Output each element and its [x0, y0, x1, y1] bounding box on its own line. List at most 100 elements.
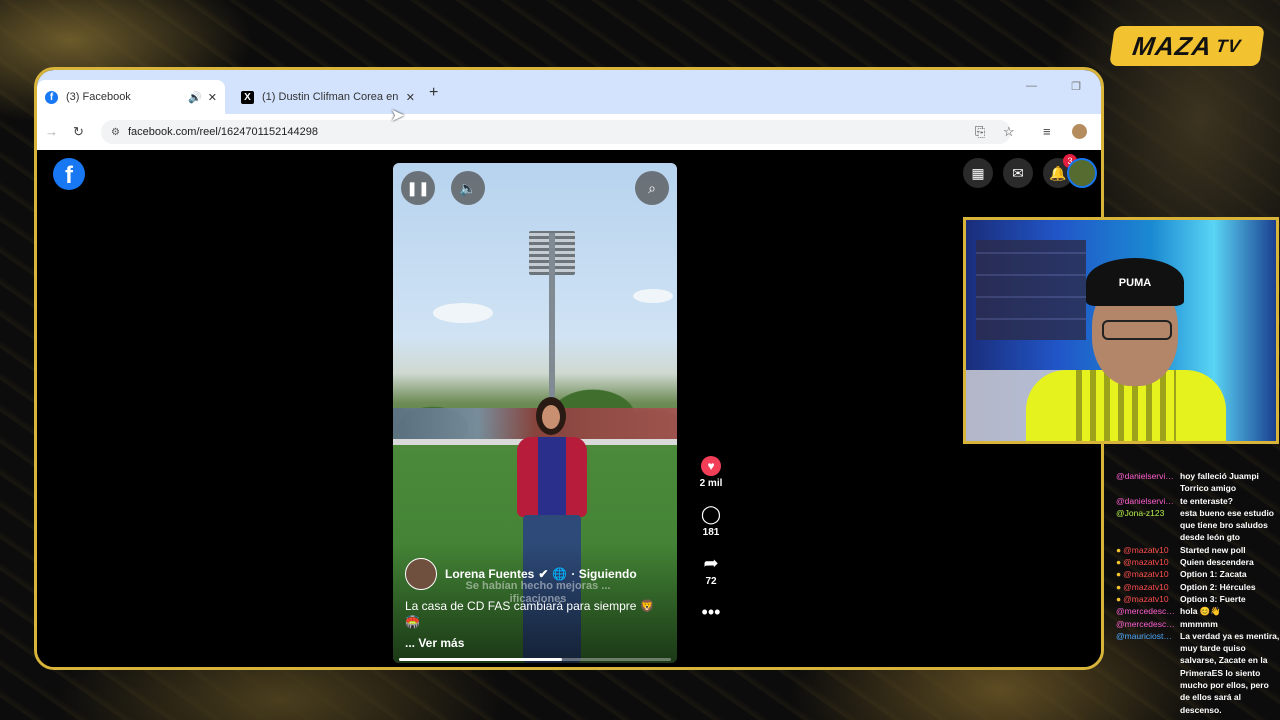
like-action[interactable]: ♥ 2 mil: [691, 453, 731, 489]
cloud: [633, 289, 673, 303]
forward-icon[interactable]: →: [45, 124, 58, 139]
share-icon[interactable]: ➦: [691, 552, 731, 574]
moderator-badge-icon: ●: [1116, 544, 1122, 555]
background-shelf: [976, 240, 1086, 340]
bookmark-star-icon[interactable]: ☆: [1003, 124, 1015, 140]
chat-username[interactable]: @mercedesco...: [1116, 618, 1180, 630]
media-controls-icon[interactable]: ≡: [1043, 124, 1051, 139]
chat-message: ● @mazatv10 Quien descendera: [1116, 556, 1280, 568]
x-icon: X: [241, 90, 254, 104]
chat-message: @mercedesco... hola 😊👋: [1116, 605, 1280, 617]
chat-message: ● @mazatv10 Option 2: Hércules: [1116, 581, 1280, 593]
address-bar[interactable]: ⚙ facebook.com/reel/1624701152144298: [101, 120, 1011, 144]
chat-text: hola 😊👋: [1180, 606, 1222, 617]
reload-icon[interactable]: ↻: [73, 124, 84, 140]
chat-message: @danielservin... hoy falleció Juampi Torr…: [1116, 470, 1280, 495]
chat-message: ● @mazatv10 Started new poll: [1116, 544, 1280, 556]
tab-title: (3) Facebook: [66, 91, 131, 103]
follow-status[interactable]: · Siguiendo: [571, 567, 636, 581]
messenger-icon[interactable]: ✉: [1003, 158, 1033, 188]
chat-text: mmmmm: [1180, 618, 1218, 629]
live-chat: @danielservin... hoy falleció Juampi Torr…: [1116, 470, 1280, 716]
chat-message: @danielservin... te enteraste?: [1116, 495, 1280, 507]
chat-username[interactable]: @Jona-z123: [1116, 507, 1180, 544]
chat-text: hoy falleció Juampi Torrico amigo: [1180, 471, 1259, 494]
comment-count: 181: [702, 527, 720, 538]
chat-message: ● @mazatv10 Option 3: Fuerte: [1116, 593, 1280, 605]
chat-text: Option 1: Zacata: [1180, 569, 1247, 580]
account-avatar[interactable]: [1067, 158, 1097, 188]
heart-icon[interactable]: ♥: [701, 456, 721, 476]
chat-text: Option 3: Fuerte: [1180, 593, 1246, 604]
like-count: 2 mil: [699, 478, 723, 489]
tab-facebook[interactable]: f (3) Facebook 🔊 ✕: [37, 80, 225, 114]
volume-icon[interactable]: 🔈: [451, 171, 485, 205]
search-icon[interactable]: ⌕: [635, 171, 669, 205]
facebook-icon: f: [45, 90, 58, 104]
cloud: [433, 303, 493, 323]
chat-username[interactable]: ● @mazatv10: [1116, 556, 1180, 568]
more-dots-icon[interactable]: •••: [691, 601, 731, 623]
mouse-cursor-icon: ➤: [390, 105, 406, 125]
video-progress-bar[interactable]: [399, 658, 671, 661]
mazatv-logo: MAZA TV: [1109, 26, 1265, 66]
menu-grid-icon[interactable]: ▦: [963, 158, 993, 188]
chat-text: esta bueno ese estudio que tiene bro sal…: [1180, 507, 1274, 543]
chat-text: te enteraste?: [1180, 495, 1233, 506]
tab-title: (1) Dustin Clifman Corea en X: ': [262, 91, 400, 103]
chat-username[interactable]: @danielservin...: [1116, 470, 1180, 495]
close-icon[interactable]: ✕: [208, 91, 217, 104]
author-name[interactable]: Lorena Fuentes: [445, 567, 534, 581]
see-more-link[interactable]: ... Ver más: [405, 636, 464, 650]
more-options-action[interactable]: •••: [691, 601, 731, 623]
chat-text: La verdad ya es mentira, muy tarde quiso…: [1180, 630, 1280, 715]
comment-action[interactable]: ◯ 181: [691, 503, 731, 538]
chat-username[interactable]: @danielservin...: [1116, 495, 1180, 507]
minimize-button[interactable]: —: [1026, 80, 1037, 92]
globe-icon: 🌐: [552, 567, 568, 581]
presenter-face: [542, 405, 560, 429]
chat-username[interactable]: ● @mazatv10: [1116, 593, 1180, 605]
chat-username[interactable]: ● @mazatv10: [1116, 581, 1180, 593]
facebook-logo[interactable]: f: [53, 158, 85, 190]
chat-username[interactable]: ● @mazatv10: [1116, 568, 1180, 580]
profile-avatar[interactable]: [1072, 124, 1087, 139]
chat-username[interactable]: @mercedesco...: [1116, 605, 1180, 617]
facebook-page: f ▦ ✉ 🔔 3 ❚❚ 🔈 ⌕ Lorena Fuentes ✔ 🌐 · Si…: [37, 150, 1101, 667]
chat-message: @mauricioster... La verdad ya es mentira,…: [1116, 630, 1280, 716]
url-text: facebook.com/reel/1624701152144298: [127, 126, 318, 138]
chat-username[interactable]: ● @mazatv10: [1116, 544, 1180, 556]
pause-icon[interactable]: ❚❚: [401, 171, 435, 205]
tab-bar: f (3) Facebook 🔊 ✕ X (1) Dustin Clifman …: [37, 70, 1101, 114]
brand-name: MAZA: [1130, 30, 1215, 61]
chat-text: Option 2: Hércules: [1180, 581, 1256, 592]
share-action[interactable]: ➦ 72: [691, 552, 731, 587]
chat-username[interactable]: @mauricioster...: [1116, 630, 1180, 716]
chat-message: @Jona-z123 esta bueno ese estudio que tie…: [1116, 507, 1280, 544]
presenter-jersey: [517, 437, 587, 517]
brand-suffix: TV: [1214, 35, 1243, 56]
comment-icon[interactable]: ◯: [691, 503, 731, 525]
chat-text: Started new poll: [1180, 544, 1246, 555]
chat-message: @mercedesco... mmmmm: [1116, 618, 1280, 630]
moderator-badge-icon: ●: [1116, 593, 1122, 604]
restore-button[interactable]: ❐: [1071, 80, 1081, 93]
chat-message: ● @mazatv10 Option 1: Zacata: [1116, 568, 1280, 580]
verified-icon: ✔: [538, 567, 549, 581]
site-info-icon[interactable]: ⚙: [111, 127, 120, 138]
new-tab-button[interactable]: +: [429, 84, 438, 102]
close-icon[interactable]: ✕: [406, 91, 415, 104]
install-app-icon[interactable]: ⎘: [975, 124, 985, 140]
moderator-badge-icon: ●: [1116, 569, 1122, 580]
moderator-badge-icon: ●: [1116, 581, 1122, 592]
streamer-cap: PUMA: [1086, 258, 1184, 306]
video-progress-fill: [399, 658, 563, 661]
chat-text: Quien descendera: [1180, 557, 1254, 568]
speaker-icon[interactable]: 🔊: [188, 91, 202, 104]
moderator-badge-icon: ●: [1116, 557, 1122, 568]
author-avatar[interactable]: [405, 558, 437, 590]
reel-video[interactable]: ❚❚ 🔈 ⌕ Lorena Fuentes ✔ 🌐 · Siguiendo Se…: [393, 163, 677, 663]
share-count: 72: [705, 576, 717, 587]
webcam-feed: PUMA: [963, 217, 1279, 444]
reel-actions: ♥ 2 mil ◯ 181 ➦ 72 •••: [691, 453, 731, 637]
